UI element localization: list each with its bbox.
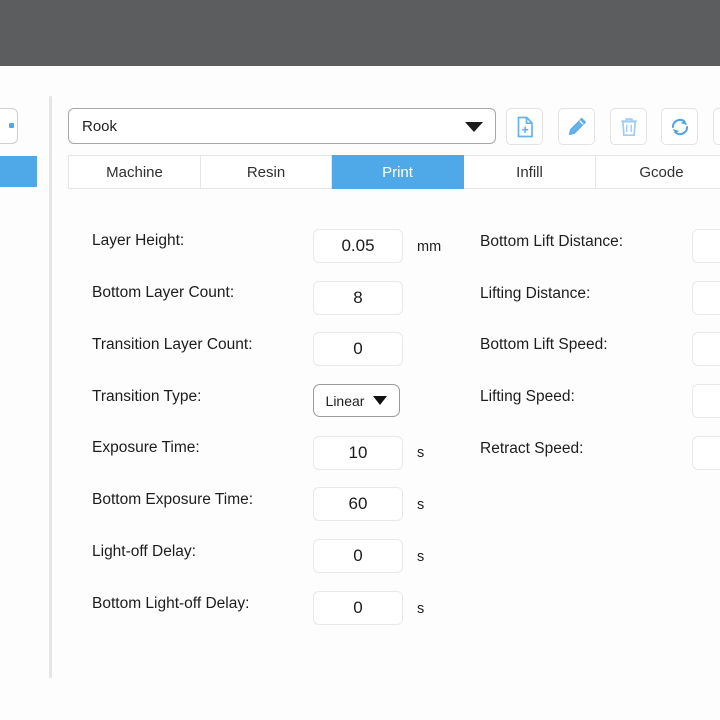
label-exposure-time: Exposure Time: [92,438,200,458]
unit-bottom-light-off-delay: s [417,600,424,618]
label-bottom-layer-count: Bottom Layer Count: [92,283,234,303]
unit-layer-height: mm [417,238,441,256]
label-light-off-delay: Light-off Delay: [92,542,196,562]
input-bottom-light-off-delay[interactable]: 0 [313,591,403,625]
input-transition-layer-count[interactable]: 0 [313,332,403,366]
input-exposure-time[interactable]: 10 [313,436,403,470]
input-layer-height[interactable]: 0.05 [313,229,403,263]
select-transition-type-value: Linear [326,393,365,409]
input-lifting-speed[interactable] [692,384,720,418]
application-window: Rook Machine [0,0,720,720]
unit-light-off-delay: s [417,548,424,566]
chevron-down-icon[interactable] [373,396,387,405]
label-lifting-distance: Lifting Distance: [480,284,590,304]
label-bottom-lift-speed: Bottom Lift Speed: [480,335,608,355]
unit-bottom-exposure-time: s [417,496,424,514]
input-lifting-distance[interactable] [692,281,720,315]
label-layer-height: Layer Height: [92,231,184,251]
input-bottom-lift-distance[interactable] [692,229,720,263]
label-transition-type: Transition Type: [92,387,201,407]
input-bottom-layer-count[interactable]: 8 [313,281,403,315]
print-settings-form: Layer Height: 0.05 mm Bottom Layer Count… [0,0,720,720]
label-transition-layer-count: Transition Layer Count: [92,335,253,355]
label-bottom-light-off-delay: Bottom Light-off Delay: [92,594,249,614]
label-bottom-exposure-time: Bottom Exposure Time: [92,490,253,510]
select-transition-type[interactable]: Linear [313,384,400,417]
label-retract-speed: Retract Speed: [480,439,583,459]
input-light-off-delay[interactable]: 0 [313,539,403,573]
input-retract-speed[interactable] [692,436,720,470]
unit-exposure-time: s [417,444,424,462]
input-bottom-lift-speed[interactable] [692,332,720,366]
input-bottom-exposure-time[interactable]: 60 [313,487,403,521]
label-lifting-speed: Lifting Speed: [480,387,575,407]
label-bottom-lift-distance: Bottom Lift Distance: [480,232,623,252]
